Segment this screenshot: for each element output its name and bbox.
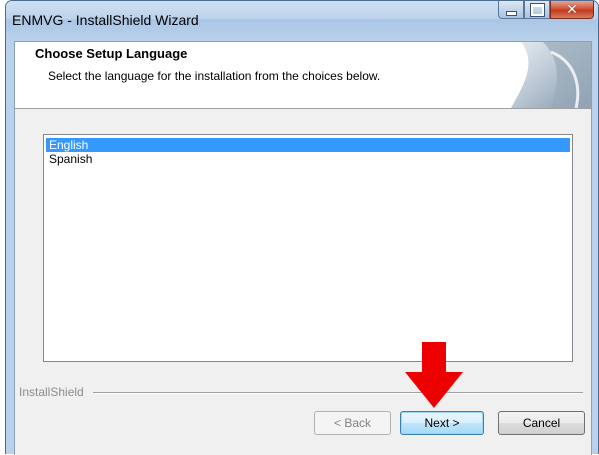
maximize-button[interactable] [524,1,550,19]
back-button[interactable]: < Back [314,411,391,435]
close-button[interactable]: ✕ [550,1,594,19]
installshield-window: ENMVG - InstallShield Wizard ✕ Choose Se… [5,0,599,455]
language-listbox[interactable]: English Spanish [43,134,573,362]
next-button[interactable]: Next > [400,411,484,435]
maximize-icon [529,2,545,17]
wizard-body: Choose Setup Language Select the languag… [14,41,592,455]
installshield-brand: InstallShield [19,385,88,399]
footer-separator: InstallShield [15,385,591,399]
page-subtitle: Select the language for the installation… [48,69,381,83]
caption-buttons: ✕ [498,1,594,20]
close-icon: ✕ [566,1,578,18]
separator-line [93,392,583,394]
installshield-header-graphic [511,42,591,108]
title-bar[interactable]: ENMVG - InstallShield Wizard ✕ [6,1,598,41]
language-option-spanish[interactable]: Spanish [46,152,570,166]
cancel-button[interactable]: Cancel [498,411,585,435]
window-title: ENMVG - InstallShield Wizard [12,12,199,28]
wizard-header: Choose Setup Language Select the languag… [15,42,591,109]
minimize-icon [505,10,517,16]
down-arrow-icon [405,342,463,408]
page-title: Choose Setup Language [35,46,188,61]
minimize-button[interactable] [498,1,524,19]
language-option-english[interactable]: English [46,138,570,152]
